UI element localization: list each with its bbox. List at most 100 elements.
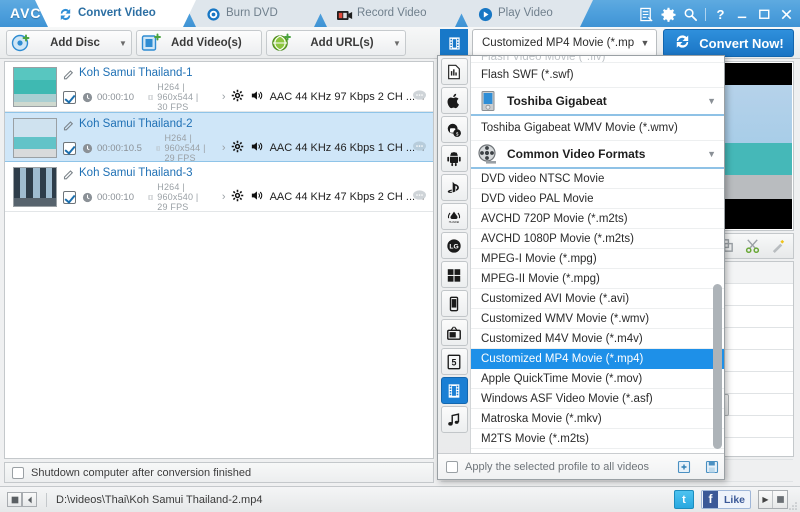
help-icon[interactable]: ? [713, 7, 728, 22]
menu-scrollbar-thumb[interactable] [713, 284, 722, 449]
shutdown-checkbox[interactable] [12, 467, 24, 479]
menu-item-toshiba-wmv[interactable]: Toshiba Gigabeat WMV Movie (*.wmv) [471, 116, 725, 141]
menu-item-mpeg-2[interactable]: MPEG-II Movie (*.mpg) [471, 269, 725, 289]
menu-item-avchd-1080p[interactable]: AVCHD 1080P Movie (*.m2ts) [471, 229, 725, 249]
convert-now-button[interactable]: Convert Now! [663, 29, 794, 57]
minimize-icon[interactable] [735, 7, 750, 22]
menu-item-flash-swf[interactable]: Flash SWF (*.swf) [471, 63, 725, 88]
add-urls-label: Add URL(s) [292, 37, 392, 49]
group-label: Common Video Formats [507, 147, 707, 161]
view-mode-toggle[interactable]: ▶ [758, 490, 788, 509]
table-row[interactable]: Koh Samui Thailand-2 00:00:10.5 H264 | 9… [5, 112, 433, 162]
apply-all-checkbox[interactable] [446, 461, 458, 473]
menu-item-asf[interactable]: Windows ASF Video Movie (*.asf) [471, 389, 725, 409]
video-settings-icon[interactable] [231, 89, 244, 105]
tv-icon[interactable] [441, 319, 468, 346]
video-settings-icon[interactable] [231, 140, 244, 156]
close-icon[interactable] [779, 7, 794, 22]
edit-pencil-icon[interactable] [63, 119, 75, 131]
html5-icon[interactable]: 5 [441, 348, 468, 375]
android-icon[interactable] [441, 145, 468, 172]
video-title[interactable]: Koh Samui Thailand-1 [79, 67, 193, 79]
menu-item-mp4[interactable]: Customized MP4 Movie (*.mp4) [471, 349, 725, 369]
add-videos-button[interactable]: Add Video(s) [136, 30, 262, 56]
apple-icon[interactable] [441, 87, 468, 114]
speaker-icon[interactable] [250, 140, 263, 156]
row-checkbox[interactable] [63, 191, 76, 204]
resize-grip[interactable] [789, 501, 798, 510]
video-thumbnail [13, 167, 57, 207]
menu-item-wmv[interactable]: Customized WMV Movie (*.wmv) [471, 309, 725, 329]
toshiba-gigabeat-icon [477, 90, 499, 112]
tab-play-video[interactable]: Play Video [468, 0, 580, 27]
expand-arrow-icon[interactable]: › [222, 142, 226, 154]
tab-convert-video[interactable]: Convert Video [48, 0, 183, 27]
edit-pencil-icon[interactable] [63, 168, 75, 180]
video-title[interactable]: Koh Samui Thailand-3 [79, 167, 193, 179]
profile-select[interactable]: Customized MP4 Movie (*.mp4) ▼ [472, 29, 657, 57]
list-view-icon[interactable] [7, 492, 22, 507]
chevron-down-icon[interactable]: ▼ [707, 149, 725, 159]
facebook-like-button[interactable]: f Like [701, 490, 751, 509]
group-common-video-formats[interactable]: Common Video Formats ▼ [471, 141, 725, 169]
register-icon[interactable] [639, 7, 654, 22]
comment-bubble-icon[interactable] [412, 189, 427, 205]
video-duration: 00:00:10.5 [82, 143, 142, 154]
menu-item-m4v[interactable]: Customized M4V Movie (*.m4v) [471, 329, 725, 349]
chevron-down-icon[interactable]: ▼ [634, 38, 656, 48]
profile-dropdown-menu[interactable]: $ [437, 55, 725, 480]
playstation-icon[interactable] [441, 174, 468, 201]
phone-icon[interactable] [441, 290, 468, 317]
music-icon[interactable] [441, 406, 468, 433]
menu-item-dvd-pal[interactable]: DVD video PAL Movie [471, 189, 725, 209]
twitter-icon[interactable]: t [674, 490, 694, 509]
divider [46, 493, 47, 507]
menu-item-mov[interactable]: Apple QuickTime Movie (*.mov) [471, 369, 725, 389]
search-icon[interactable] [683, 7, 698, 22]
video-settings-icon[interactable] [231, 189, 244, 205]
menu-item-avchd-720p[interactable]: AVCHD 720P Movie (*.m2ts) [471, 209, 725, 229]
menu-item-clipped[interactable]: Flash Video Movie (*.flv) [471, 56, 725, 63]
tab-burn-dvd[interactable]: Burn DVD [196, 0, 314, 27]
add-urls-button[interactable]: Add URL(s) ▼ [266, 30, 406, 56]
chevron-down-icon[interactable]: ▼ [118, 39, 131, 48]
group-toshiba-gigabeat[interactable]: Toshiba Gigabeat ▼ [471, 88, 725, 116]
menu-item-m2ts[interactable]: M2TS Movie (*.m2ts) [471, 429, 725, 449]
table-row[interactable]: Koh Samui Thailand-1 00:00:10 H264 | 960… [5, 62, 433, 112]
add-profile-icon[interactable] [677, 459, 693, 475]
huawei-icon[interactable]: HUAWEI [441, 203, 468, 230]
row-checkbox[interactable] [63, 91, 76, 104]
add-urls-icon [270, 32, 292, 54]
shutdown-option[interactable]: Shutdown computer after conversion finis… [4, 462, 434, 483]
android-paid-icon[interactable]: $ [441, 116, 468, 143]
expand-arrow-icon[interactable]: › [222, 191, 226, 203]
save-profile-icon[interactable] [705, 459, 721, 475]
collapse-panel-icon[interactable] [22, 492, 37, 507]
table-row[interactable]: Koh Samui Thailand-3 00:00:10 H264 | 960… [5, 162, 433, 212]
scissors-icon[interactable] [744, 237, 761, 257]
video-formats-icon[interactable] [441, 377, 468, 404]
speaker-icon[interactable] [250, 189, 263, 205]
expand-arrow-icon[interactable]: › [222, 91, 226, 103]
menu-item-dvd-ntsc[interactable]: DVD video NTSC Movie [471, 169, 725, 189]
tab-record-video[interactable]: Record Video [327, 0, 455, 27]
edit-pencil-icon[interactable] [63, 68, 75, 80]
magic-wand-icon[interactable] [770, 237, 787, 257]
maximize-icon[interactable] [757, 7, 772, 22]
settings-gear-icon[interactable] [661, 7, 676, 22]
video-title[interactable]: Koh Samui Thailand-2 [79, 118, 193, 130]
comment-bubble-icon[interactable] [412, 89, 427, 105]
speaker-icon[interactable] [250, 89, 263, 105]
add-disc-button[interactable]: Add Disc ▼ [6, 30, 132, 56]
menu-item-mkv[interactable]: Matroska Movie (*.mkv) [471, 409, 725, 429]
lg-icon[interactable]: LG [441, 232, 468, 259]
comment-bubble-icon[interactable] [412, 140, 427, 156]
chevron-down-icon[interactable]: ▼ [392, 39, 405, 48]
menu-item-mpeg-1[interactable]: MPEG-I Movie (*.mpg) [471, 249, 725, 269]
row-checkbox[interactable] [63, 142, 76, 155]
video-info-text: H264 | 960x544 | 30 FPS [157, 82, 208, 112]
windows-icon[interactable] [441, 261, 468, 288]
chevron-down-icon[interactable]: ▼ [707, 96, 725, 106]
menu-item-avi[interactable]: Customized AVI Movie (*.avi) [471, 289, 725, 309]
all-formats-icon[interactable] [441, 58, 468, 85]
